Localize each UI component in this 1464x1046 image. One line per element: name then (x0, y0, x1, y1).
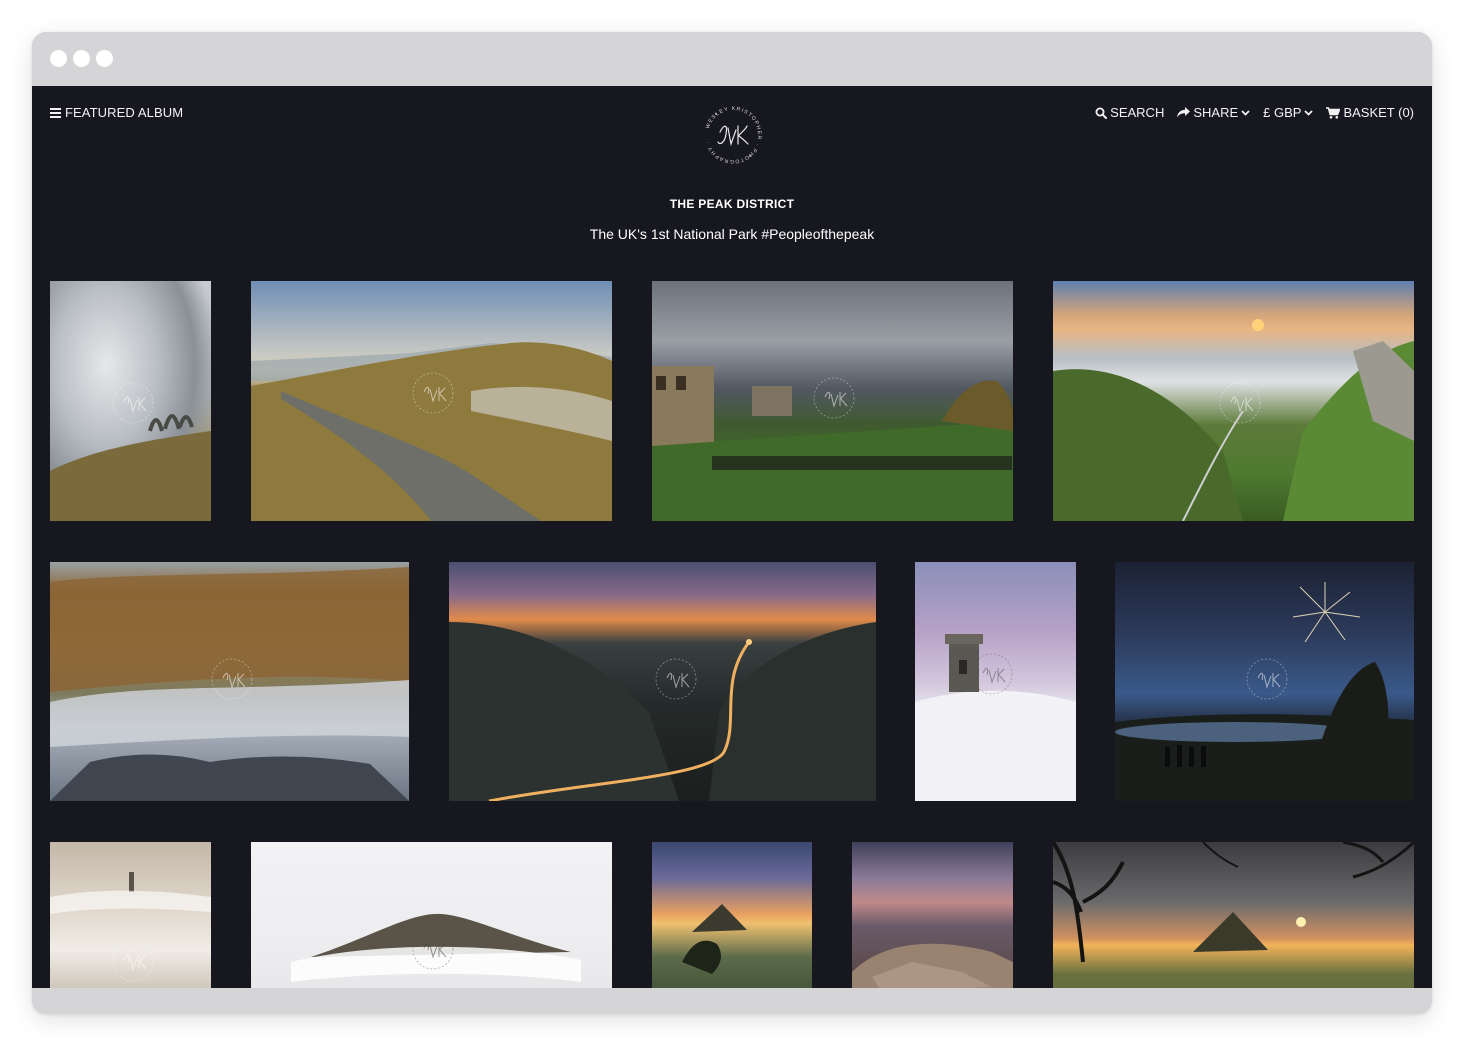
window-control-dot[interactable] (73, 50, 90, 67)
watermark-icon (1219, 382, 1261, 424)
chevron-down-icon (1304, 110, 1314, 116)
album-subtitle: The UK's 1st National Park #Peopleofthep… (589, 226, 875, 242)
browser-titlebar (32, 32, 1432, 86)
watermark-icon (112, 382, 154, 424)
search-button[interactable]: SEARCH (1095, 105, 1164, 120)
basket-label: BASKET (0) (1343, 105, 1414, 120)
watermark-icon (412, 928, 454, 970)
signature-logo-icon: WESLEY KRISTOPHER · PHOTOGRAPHY · (705, 106, 762, 164)
browser-window: FEATURED ALBUM WESLEY KRISTOPHER · PHOTO… (32, 32, 1432, 1014)
watermark-icon (412, 372, 454, 414)
currency-dropdown[interactable]: £ GBP (1263, 105, 1314, 120)
window-control-dot[interactable] (96, 50, 113, 67)
shopping-cart-icon (1326, 106, 1341, 119)
gallery-photo[interactable] (449, 562, 876, 801)
browser-bottom-bar (32, 988, 1432, 1014)
gallery-photo[interactable] (852, 842, 1013, 988)
search-icon (1095, 107, 1108, 119)
photo-scenery (1053, 842, 1414, 963)
photo-scenery (852, 943, 1013, 988)
photo-scenery (682, 904, 747, 974)
gallery-photo[interactable] (1053, 842, 1414, 988)
watermark-icon (971, 653, 1013, 695)
svg-text:WESLEY KRISTOPHER · PHOTOGRAPH: WESLEY KRISTOPHER · PHOTOGRAPHY · (705, 106, 762, 164)
search-label: SEARCH (1110, 105, 1165, 120)
gallery-photo[interactable] (1053, 281, 1414, 521)
basket-button[interactable]: BASKET (0) (1326, 105, 1414, 120)
album-title: THE PEAK DISTRICT (669, 197, 795, 211)
share-arrow-icon (1177, 107, 1191, 118)
gallery-photo[interactable] (251, 842, 612, 988)
header-actions: SEARCH SHARE £ GBP BASKET (0) (1095, 105, 1414, 120)
gallery-photo[interactable] (50, 842, 211, 988)
share-label: SHARE (1193, 105, 1239, 120)
watermark-icon (1246, 658, 1288, 700)
gallery-photo[interactable] (50, 562, 409, 801)
hamburger-menu-icon (50, 107, 61, 118)
featured-album-label: FEATURED ALBUM (65, 105, 184, 120)
currency-label: £ GBP (1263, 105, 1302, 120)
chevron-down-icon (1241, 110, 1250, 116)
gallery-photo[interactable] (1115, 562, 1414, 801)
watermark-icon (112, 940, 154, 982)
watermark-icon (211, 658, 253, 700)
featured-album-menu[interactable]: FEATURED ALBUM (50, 105, 183, 120)
watermark-icon (655, 658, 697, 700)
gallery-photo[interactable] (652, 842, 812, 988)
page-viewport: FEATURED ALBUM WESLEY KRISTOPHER · PHOTO… (32, 86, 1432, 988)
window-control-dot[interactable] (50, 50, 67, 67)
gallery-photo[interactable] (50, 281, 211, 521)
watermark-icon (813, 377, 855, 419)
gallery-photo[interactable] (251, 281, 612, 521)
gallery-photo[interactable] (915, 562, 1076, 801)
share-dropdown[interactable]: SHARE (1177, 105, 1250, 120)
site-logo[interactable]: WESLEY KRISTOPHER · PHOTOGRAPHY · (698, 102, 768, 168)
gallery-photo[interactable] (652, 281, 1013, 521)
